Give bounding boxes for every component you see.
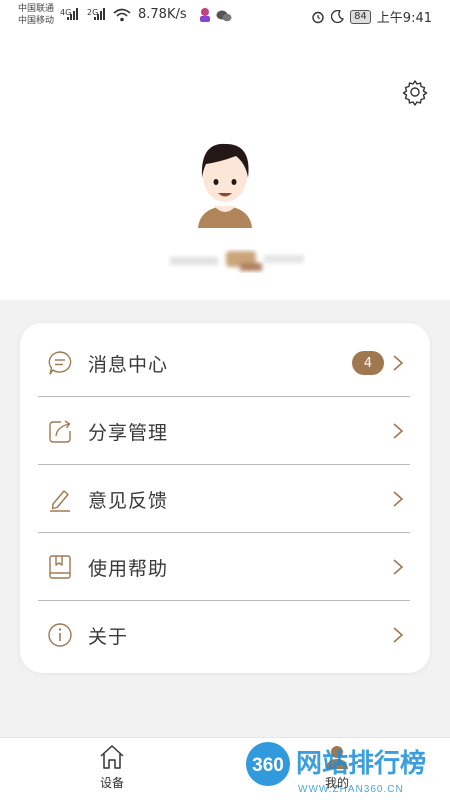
status-right: 84 上午9:41 — [311, 7, 432, 26]
menu-item-about[interactable]: 关于 — [38, 601, 410, 669]
username-obscured — [170, 251, 304, 271]
signal-icon — [67, 8, 78, 20]
status-bar: 中国联通 中国移动 4G 2G 8.78K/s 84 上午9:41 — [0, 0, 450, 32]
chevron-right-icon — [393, 559, 404, 575]
carrier-2: 中国移动 — [18, 16, 55, 26]
app-notification-icon — [200, 8, 210, 22]
gear-icon[interactable] — [401, 78, 429, 106]
message-icon — [46, 349, 74, 377]
profile-header — [0, 32, 450, 300]
menu-item-share[interactable]: 分享管理 — [38, 397, 410, 465]
chevron-right-icon — [393, 627, 404, 643]
menu-item-label: 使用帮助 — [88, 557, 169, 580]
unread-badge: 4 — [352, 351, 384, 375]
battery-level: 84 — [350, 9, 371, 24]
carrier-1: 中国联通 — [18, 4, 55, 14]
watermark-number: 360 — [252, 755, 284, 776]
network-speed: 8.78K/s — [138, 7, 187, 22]
alarm-icon — [312, 11, 324, 23]
chevron-right-icon — [393, 491, 404, 507]
menu-item-feedback[interactable]: 意见反馈 — [38, 465, 410, 533]
avatar[interactable] — [190, 138, 260, 238]
menu-card: 消息中心 4 分享管理 意见反馈 使用帮助 关于 — [20, 323, 430, 673]
wifi-icon — [113, 8, 131, 22]
chevron-right-icon — [393, 355, 404, 371]
watermark-title: 网站排行榜 — [296, 748, 426, 779]
moon-icon — [331, 10, 345, 23]
signal-icon-2 — [94, 8, 105, 20]
watermark-logo: 360 网站排行榜 WWW.ZHAN360.CN — [246, 742, 426, 795]
tab-label: 设备 — [99, 776, 124, 790]
tab-devices[interactable]: 设备 — [72, 744, 152, 791]
status-time: 上午9:41 — [376, 11, 432, 26]
share-icon — [46, 417, 74, 445]
chevron-right-icon — [393, 423, 404, 439]
carrier-info: 中国联通 中国移动 — [18, 3, 54, 27]
edit-icon — [46, 485, 74, 513]
menu-item-label: 意见反馈 — [88, 489, 169, 512]
menu-item-label: 消息中心 — [88, 353, 169, 376]
wechat-icon — [216, 10, 232, 22]
watermark-url: WWW.ZHAN360.CN — [298, 784, 404, 795]
home-icon — [100, 745, 124, 769]
info-icon — [46, 621, 74, 649]
menu-item-label: 关于 — [88, 625, 129, 648]
menu-item-messages[interactable]: 消息中心 4 — [38, 329, 410, 397]
menu-item-help[interactable]: 使用帮助 — [38, 533, 410, 601]
book-icon — [46, 553, 74, 581]
menu-item-label: 分享管理 — [88, 421, 169, 444]
